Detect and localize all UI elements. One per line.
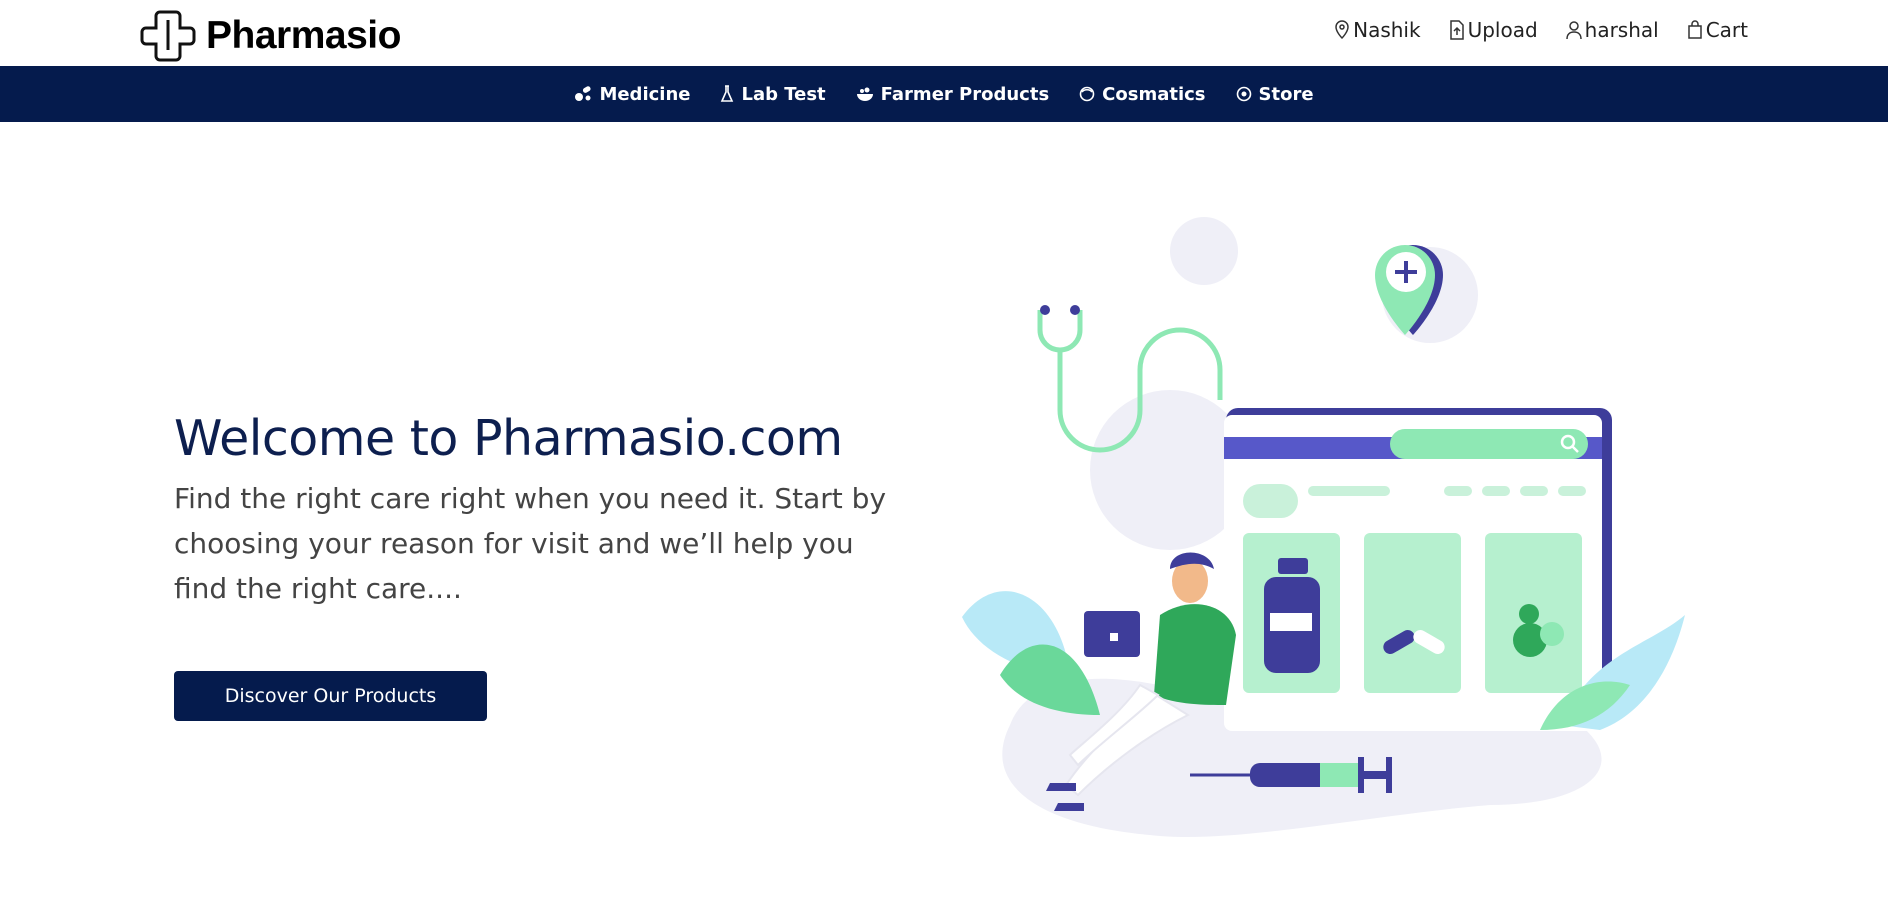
nav-lab-test-label: Lab Test [741,83,826,105]
face-icon [1079,86,1095,102]
brand-logo[interactable]: Pharmasio [140,8,401,64]
map-pin-icon [1335,20,1349,40]
bg-circle [1170,217,1238,285]
cart-link[interactable]: Cart [1687,18,1748,42]
nav-medicine-label: Medicine [599,83,691,105]
location-label: Nashik [1353,18,1421,42]
hero-title: Welcome to Pharmasio.com [174,410,843,467]
shopping-bag-icon [1687,20,1702,39]
upload-label: Upload [1467,18,1538,42]
file-upload-icon [1449,20,1464,40]
upload-link[interactable]: Upload [1449,18,1538,42]
nav-lab-test[interactable]: Lab Test [720,83,826,105]
store-icon [1236,86,1251,102]
medical-cross-logo-icon [140,10,196,62]
brand-name: Pharmasio [206,14,401,57]
top-links: Nashik Upload harshal Cart [1334,18,1748,42]
user-label: harshal [1584,18,1659,42]
discover-products-button[interactable]: Discover Our Products [174,671,487,721]
nav-store-label: Store [1258,83,1314,105]
category-navbar: Medicine Lab Test Farmer Products Cosmat… [0,66,1888,122]
nav-cosmatics-label: Cosmatics [1102,83,1206,105]
nav-cosmatics[interactable]: Cosmatics [1079,83,1206,105]
nav-farmer-products[interactable]: Farmer Products [856,83,1050,105]
cart-label: Cart [1705,18,1748,42]
plant-left-graphic [962,591,1100,715]
hero-subtitle: Find the right care right when you need … [174,482,887,605]
user-link[interactable]: harshal [1565,18,1659,42]
pharmacy-illustration [962,217,1685,838]
nav-medicine[interactable]: Medicine [574,84,690,105]
nav-farmer-products-label: Farmer Products [880,83,1050,105]
pills-icon [575,86,591,101]
top-header: Pharmasio Nashik Upload harshal Cart [0,0,1888,66]
nav-store[interactable]: Store [1236,84,1314,105]
browser-window-graphic [1224,408,1612,731]
flask-icon [721,85,734,102]
user-icon [1565,21,1582,40]
location-link[interactable]: Nashik [1334,18,1421,42]
bowl-icon [856,87,873,101]
